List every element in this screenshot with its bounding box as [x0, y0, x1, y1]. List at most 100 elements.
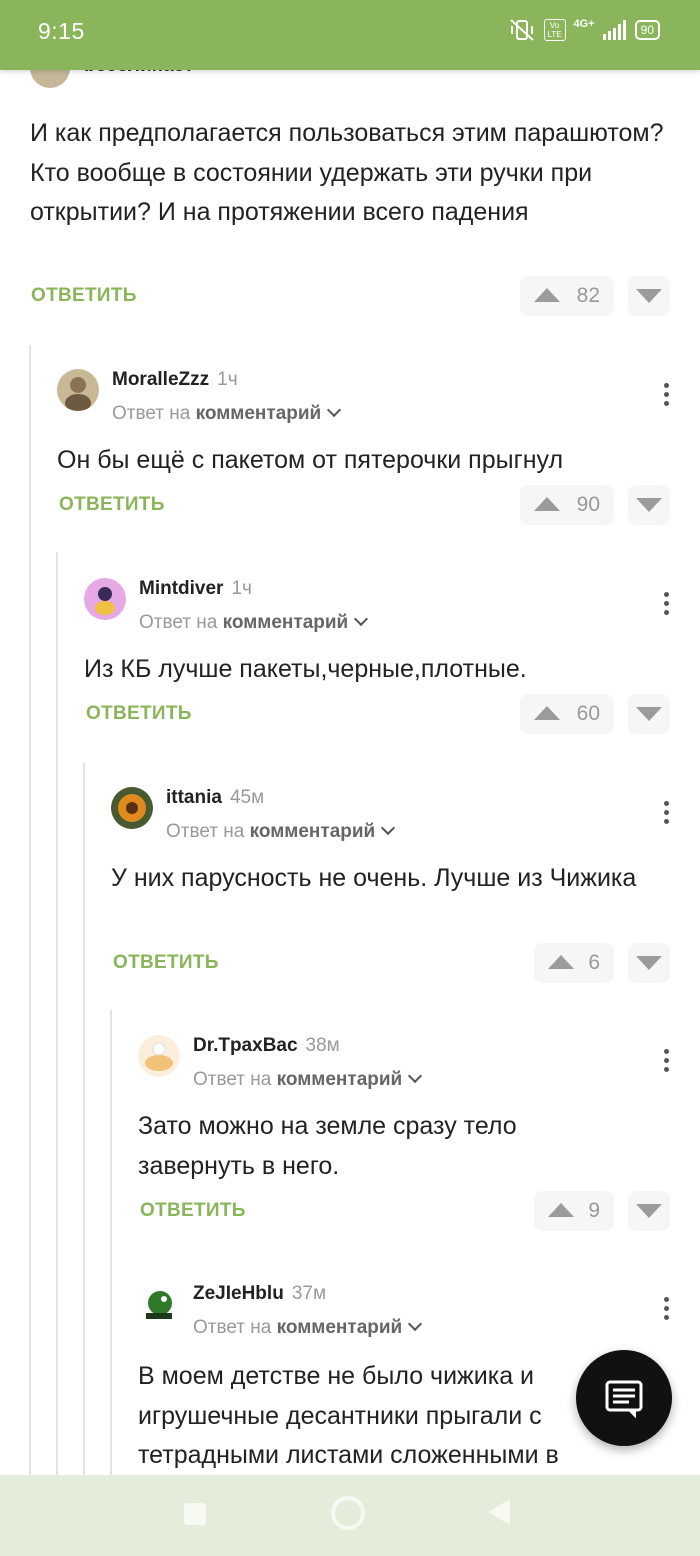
system-nav-bar [0, 1475, 700, 1556]
arrow-up-icon [548, 1203, 574, 1217]
reply-to[interactable]: Ответ на комментарий [193, 1316, 423, 1339]
arrow-down-icon [636, 498, 662, 512]
status-icons: Vo LTE 4G+ 90 [508, 18, 660, 42]
reply-button[interactable]: ОТВЕТИТЬ [31, 285, 137, 307]
comment-time: 1ч [217, 369, 238, 390]
author-label: ZeJIeHblu [193, 1283, 284, 1304]
more-options-icon[interactable] [664, 1297, 670, 1324]
upvote-button[interactable]: 82 [520, 276, 614, 316]
author-label: MoralleZzz [112, 369, 210, 390]
comment-icon [605, 1380, 643, 1419]
downvote-button[interactable] [628, 276, 670, 316]
vote-count: 90 [576, 493, 600, 516]
avatar[interactable] [138, 1283, 180, 1325]
recent-apps-icon[interactable] [184, 1503, 206, 1525]
avatar[interactable] [138, 1035, 180, 1077]
comment: MoralleZzz 1ч Ответ на комментарий Он бы … [57, 367, 700, 537]
downvote-button[interactable] [628, 1191, 670, 1231]
reply-to[interactable]: Ответ на комментарий [166, 820, 396, 843]
network-type: 4G+ [573, 18, 595, 30]
more-options-icon[interactable] [664, 1049, 670, 1076]
back-icon[interactable] [488, 1499, 510, 1525]
volte-icon: Vo LTE [543, 19, 566, 41]
more-options-icon[interactable] [664, 592, 670, 619]
downvote-button[interactable] [628, 485, 670, 525]
author-name[interactable]: ZeJIeHblu 37м [193, 1283, 326, 1305]
arrow-up-icon [534, 288, 560, 302]
upvote-button[interactable]: 6 [534, 943, 614, 983]
comment-header: Dr.TpaxBac 38м Ответ на комментарий [138, 1033, 700, 1093]
comment-text: Он бы ещё с пакетом от пятерочки прыгнул [57, 446, 564, 474]
downvote-button[interactable] [628, 694, 670, 734]
comment-text: Зато можно на земле сразу тело завернуть… [138, 1112, 517, 1180]
home-icon[interactable] [331, 1496, 365, 1530]
arrow-up-icon [548, 955, 574, 969]
author-name[interactable]: Dr.TpaxBac 38м [193, 1035, 340, 1057]
comment-text: В моем детстве не было чижика и игрушечн… [138, 1362, 559, 1469]
more-options-icon[interactable] [664, 383, 670, 410]
chevron-down-icon [327, 402, 342, 418]
vote-count: 60 [576, 702, 600, 725]
comment: Dr.TpaxBac 38м Ответ на комментарий Зато … [138, 1033, 700, 1243]
author-name[interactable]: MoralleZzz 1ч [112, 369, 238, 391]
upvote-button[interactable]: 9 [534, 1191, 614, 1231]
thread-line [83, 762, 85, 1475]
reply-to[interactable]: Ответ на комментарий [112, 402, 342, 425]
avatar[interactable] [84, 578, 126, 620]
arrow-down-icon [636, 707, 662, 721]
comment-header: ittania 45м Ответ на комментарий [111, 785, 700, 845]
chevron-down-icon [381, 820, 396, 836]
more-options-icon[interactable] [664, 801, 670, 828]
comment-time: 37м [291, 1283, 327, 1304]
arrow-up-icon [534, 706, 560, 720]
reply-prefix: Ответ на [193, 1317, 272, 1338]
downvote-button[interactable] [628, 943, 670, 983]
status-time: 9:15 [38, 18, 85, 44]
comment-time: 45м [229, 787, 265, 808]
arrow-down-icon [636, 956, 662, 970]
comment-text: Из КБ лучше пакеты,черные,плотные. [84, 655, 527, 683]
reply-prefix: Ответ на [112, 403, 191, 424]
reply-prefix: Ответ на [166, 821, 245, 842]
reply-button[interactable]: ОТВЕТИТЬ [140, 1200, 246, 1222]
author-label: ittania [166, 787, 222, 808]
reply-button[interactable]: ОТВЕТИТЬ [59, 494, 165, 516]
battery-icon: 90 [634, 20, 660, 40]
thread-line [29, 345, 31, 1475]
author-label: Dr.TpaxBac [193, 1035, 298, 1056]
thread-line [110, 1010, 112, 1475]
arrow-up-icon [534, 497, 560, 511]
reply-target: комментарий [276, 1069, 403, 1090]
comment-text: И как предполагается пользоваться этим п… [30, 119, 664, 226]
reply-to[interactable]: Ответ на комментарий [193, 1068, 423, 1091]
comment-time: 38м [305, 1035, 340, 1056]
reply-target: комментарий [222, 612, 349, 633]
reply-prefix: Ответ на [139, 612, 218, 633]
vote-count: 82 [576, 284, 600, 307]
reply-button[interactable]: ОТВЕТИТЬ [113, 952, 219, 974]
upvote-button[interactable]: 90 [520, 485, 614, 525]
vote-count: 6 [588, 951, 600, 974]
author-label: Mintdiver [139, 578, 224, 599]
comment-fab-button[interactable] [576, 1350, 672, 1446]
author-name[interactable]: Mintdiver 1ч [139, 578, 252, 600]
arrow-down-icon [636, 1204, 662, 1218]
comment-header: ZeJIeHblu 37м Ответ на комментарий [138, 1281, 700, 1341]
comment-header: Mintdiver 1ч Ответ на комментарий [84, 576, 700, 636]
signal-icon [602, 20, 626, 40]
vibrate-off-icon [509, 19, 534, 41]
avatar[interactable] [111, 787, 153, 829]
avatar[interactable] [57, 369, 99, 411]
reply-prefix: Ответ на [193, 1069, 272, 1090]
comment-header: MoralleZzz 1ч Ответ на комментарий [57, 367, 700, 427]
reply-to[interactable]: Ответ на комментарий [139, 611, 369, 634]
chevron-down-icon [408, 1068, 423, 1084]
arrow-down-icon [636, 289, 662, 303]
author-name[interactable]: ittania 45м [166, 787, 264, 809]
reply-target: комментарий [276, 1317, 403, 1338]
upvote-button[interactable]: 60 [520, 694, 614, 734]
reply-button[interactable]: ОТВЕТИТЬ [86, 703, 192, 725]
comment: Mintdiver 1ч Ответ на комментарий Из КБ л… [84, 576, 700, 746]
vote-count: 9 [588, 1199, 600, 1222]
comment: ittania 45м Ответ на комментарий У них па… [111, 785, 700, 995]
